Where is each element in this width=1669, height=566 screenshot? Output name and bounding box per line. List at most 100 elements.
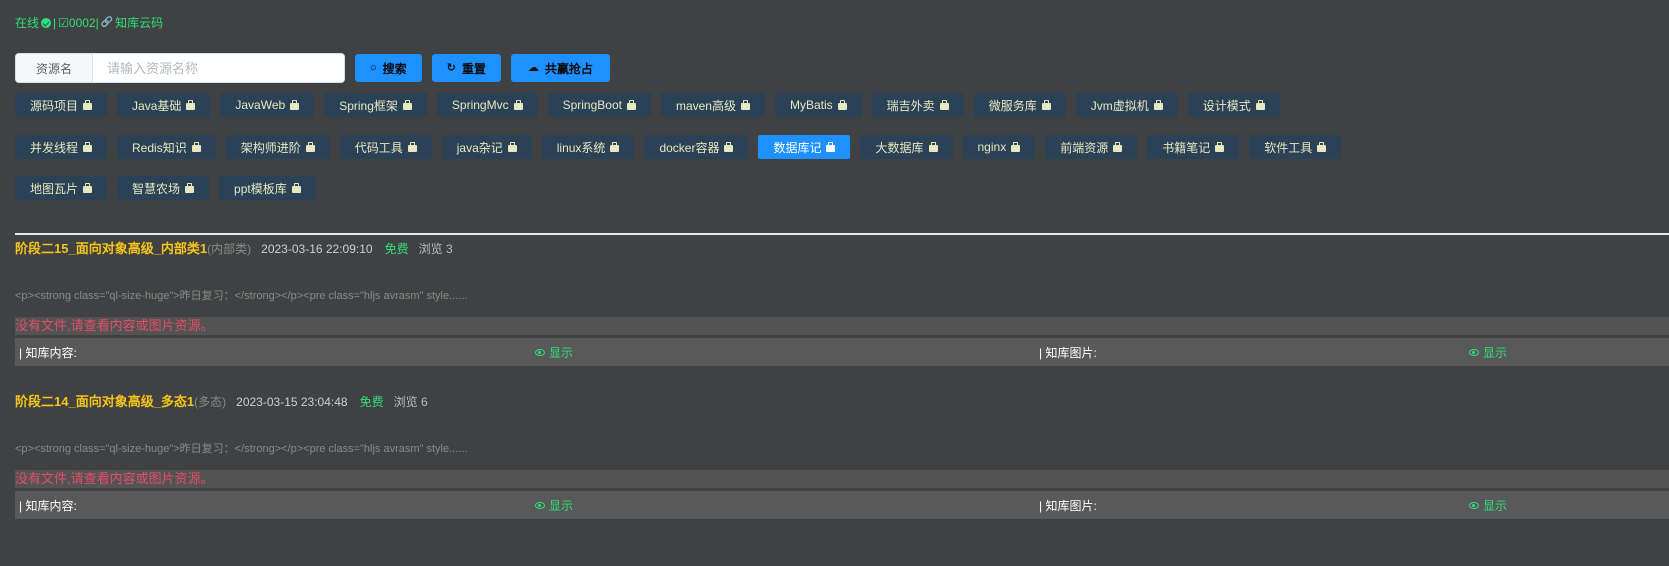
search-prefix-label: 资源名 [16,54,93,82]
category-tag-label: 软件工具 [1264,140,1313,155]
category-tag-label: 数据库记 [773,140,822,155]
briefcase-icon [1041,99,1051,110]
search-button[interactable]: ○ 搜索 [355,54,422,82]
category-tag-label: 设计模式 [1202,98,1251,113]
search-icon: ○ [370,61,377,74]
show-content-button[interactable]: 显示 [535,497,573,514]
eye-icon [535,501,545,509]
content-label: | 知库内容: [19,345,77,360]
reset-button-label: 重置 [461,61,486,76]
category-tag[interactable]: Java基础 [117,93,211,117]
category-tag[interactable]: 并发线程 [15,135,108,159]
category-tag[interactable]: 地图瓦片 [15,176,108,200]
category-tags-row-2: 并发线程 Redis知识 架构师进阶 代码工具 java杂记 linux系统 docker容… [15,135,1342,159]
category-tag-label: docker容器 [659,140,720,155]
show-label: 显示 [1483,498,1508,513]
no-file-notice: 没有文件,请查看内容或图片资源。 [15,470,1669,488]
category-tag[interactable]: MyBatis [774,93,862,117]
category-tag[interactable]: java杂记 [441,135,532,159]
category-tag[interactable]: maven高级 [660,93,765,117]
eye-icon [1469,501,1479,509]
category-tag[interactable]: ppt模板库 [219,176,316,200]
category-tag-label: JavaWeb [235,98,286,112]
briefcase-icon [626,99,636,110]
category-tag-label: 微服务库 [988,98,1037,113]
category-tag-label: SpringMvc [451,98,509,112]
category-tag[interactable]: 智慧农场 [117,176,210,200]
briefcase-icon [1153,99,1163,110]
category-tag[interactable]: JavaWeb [220,93,315,117]
category-tag[interactable]: 设计模式 [1187,93,1280,117]
online-label: 在线 [15,16,40,30]
share-button-label: 共赢抢占 [544,61,593,76]
share-button[interactable]: ☁ 共赢抢占 [510,54,610,82]
briefcase-icon [186,99,196,110]
briefcase-icon [610,141,620,152]
reset-button[interactable]: ↻ 重置 [431,54,501,82]
category-tag-label: MyBatis [789,98,833,112]
cloud-upload-icon: ☁ [527,61,539,74]
category-tag-label: java杂记 [456,140,503,155]
post-header: 阶段二14_面向对象高级_多态1 (多态) 2023-03-15 23:04:4… [15,391,1669,410]
category-tag[interactable]: 微服务库 [973,93,1066,117]
category-tag[interactable]: 源码项目 [15,93,108,117]
category-tag-label: 智慧农场 [132,181,181,196]
post-excerpt: <p><strong class="ql-size-huge">昨日复习：</s… [15,290,468,302]
post-item: 阶段二14_面向对象高级_多态1 (多态) 2023-03-15 23:04:4… [15,391,1669,519]
post-title[interactable]: 阶段二15_面向对象高级_内部类1 [15,238,207,257]
category-tag[interactable]: nginx [962,135,1036,159]
briefcase-icon [1215,141,1225,152]
search-input[interactable] [93,54,344,82]
briefcase-icon [740,99,750,110]
briefcase-icon [83,99,93,110]
refresh-icon: ↻ [446,61,456,74]
search-field-group: 资源名 [15,53,345,83]
post-category: (多态) [194,395,227,409]
category-tag[interactable]: SpringMvc [436,93,538,117]
category-tag[interactable]: 书籍笔记 [1147,135,1240,159]
category-tag[interactable]: Spring框架 [324,93,427,117]
briefcase-icon [191,141,201,152]
check-circle-icon [41,17,52,28]
post-title[interactable]: 阶段二14_面向对象高级_多态1 [15,391,194,410]
category-tag-label: 前端资源 [1060,140,1109,155]
link-icon: 🔗 [100,17,114,28]
category-tag[interactable]: docker容器 [644,135,749,159]
status-bar: 在线 | ☑0002| 🔗 知库云码 [15,14,163,31]
search-button-label: 搜索 [382,61,407,76]
category-tag-label: Jvm虚拟机 [1090,98,1149,113]
show-image-button[interactable]: 显示 [1469,497,1507,514]
view-count: 浏览 3 [418,242,453,256]
category-tag[interactable]: 大数据库 [860,135,953,159]
category-tag[interactable]: Redis知识 [117,135,216,159]
briefcase-icon [724,141,734,152]
category-tags-row-1: 源码项目 Java基础 JavaWeb Spring框架 SpringMvc Spring… [15,93,1280,117]
price-badge: 免费 [359,395,384,409]
show-label: 显示 [549,498,574,513]
category-tag[interactable]: linux系统 [541,135,635,159]
category-tag-label: nginx [977,140,1007,154]
show-image-button[interactable]: 显示 [1469,344,1507,361]
post-item: 阶段二15_面向对象高级_内部类1 (内部类) 2023-03-16 22:09… [15,238,1669,366]
category-tag[interactable]: 前端资源 [1045,135,1138,159]
resource-bar: | 知库内容: 显示 | 知库图片: 显示 [15,491,1669,519]
post-date: 2023-03-16 22:09:10 [261,242,373,256]
image-label: | 知库图片: [1039,498,1097,513]
category-tag[interactable]: 架构师进阶 [225,135,330,159]
category-tag[interactable]: Jvm虚拟机 [1075,93,1178,117]
briefcase-icon [402,99,412,110]
image-label: | 知库图片: [1039,345,1097,360]
show-content-button[interactable]: 显示 [535,344,573,361]
category-tag[interactable]: 软件工具 [1249,135,1342,159]
briefcase-icon [83,141,93,152]
site-link[interactable]: 知库云码 [115,14,163,31]
category-tag[interactable]: 代码工具 [339,135,432,159]
briefcase-icon [928,141,938,152]
category-tag-label: 书籍笔记 [1162,140,1211,155]
category-tag[interactable]: SpringBoot [547,93,651,117]
category-tag-label: maven高级 [675,98,736,113]
visit-count: ☑0002| [58,15,99,30]
category-tag[interactable]: 数据库记 [758,135,851,159]
post-excerpt: <p><strong class="ql-size-huge">昨日复习：</s… [15,443,468,455]
category-tag[interactable]: 瑞吉外卖 [871,93,964,117]
